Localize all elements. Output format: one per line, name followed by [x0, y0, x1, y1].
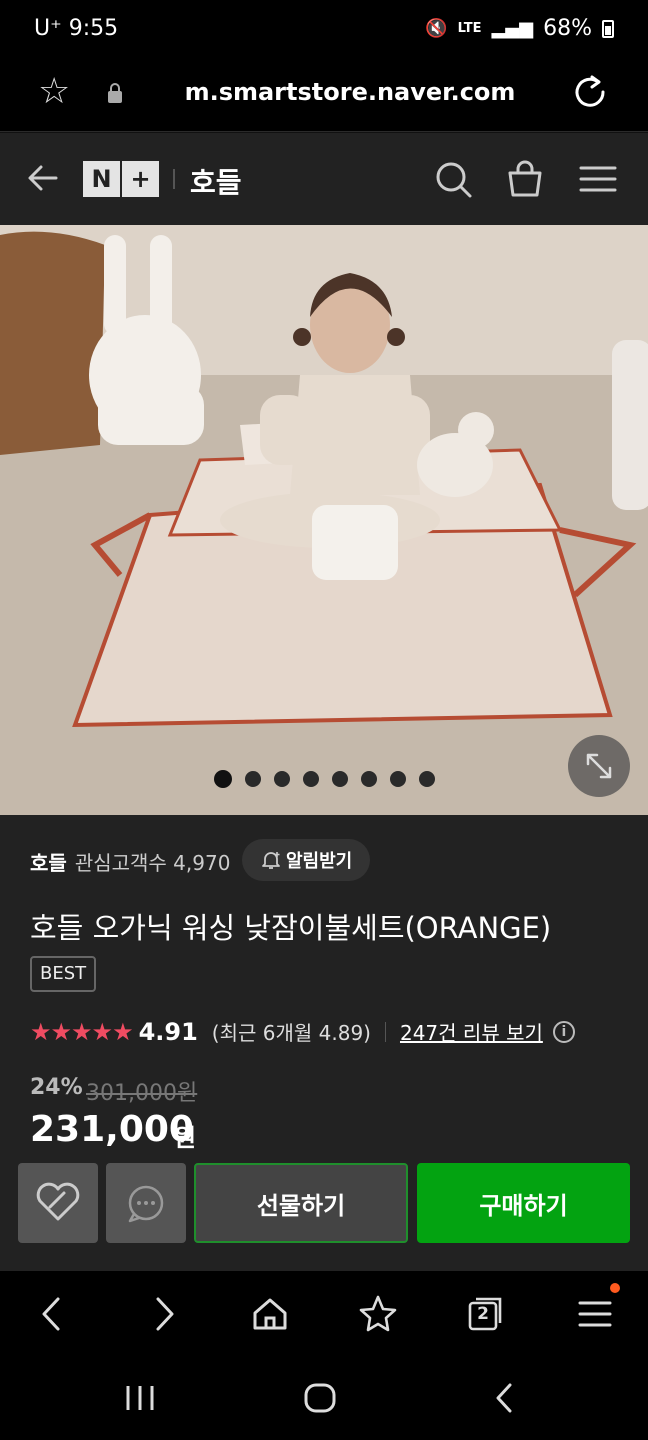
- gallery-dot[interactable]: [360, 771, 377, 787]
- gallery-dot[interactable]: [302, 771, 319, 787]
- browser-menu-icon[interactable]: [572, 1291, 618, 1337]
- reviews-link[interactable]: 247건 리뷰 보기: [400, 1017, 543, 1046]
- store-header: N + 호들: [0, 133, 648, 225]
- best-badge: BEST: [30, 956, 97, 992]
- gallery-pagination: [0, 770, 648, 788]
- naver-plus-logo[interactable]: N +: [83, 161, 159, 197]
- product-image-gallery[interactable]: [0, 225, 648, 815]
- search-icon[interactable]: [433, 159, 473, 199]
- gallery-dot[interactable]: [418, 771, 435, 787]
- notification-dot: [610, 1283, 620, 1293]
- follower-count: 관심고객수 4,970: [74, 851, 231, 875]
- signal-icon: ▂▄▆: [491, 18, 534, 39]
- browser-back-icon[interactable]: [30, 1291, 76, 1337]
- browser-toolbar: 2: [0, 1270, 648, 1356]
- battery-icon: [602, 19, 614, 38]
- currency-unit: 원: [174, 1124, 197, 1152]
- discount-rate: 24%: [30, 1075, 83, 1100]
- buy-button[interactable]: 구매하기: [417, 1163, 630, 1243]
- recent-rating: (최근 6개월 4.89): [211, 1021, 371, 1045]
- browser-url-bar: ☆ m.smartstore.naver.com: [0, 60, 648, 132]
- purchase-actions: 선물하기 구매하기: [18, 1163, 630, 1243]
- gallery-dot[interactable]: [273, 771, 290, 787]
- rating-row: ★★★★★ 4.91 (최근 6개월 4.89) 247건 리뷰 보기 i: [30, 1017, 575, 1046]
- shopping-bag-icon[interactable]: [505, 159, 545, 199]
- network-label: LTE: [457, 21, 482, 36]
- sale-price: 231,000: [30, 1109, 194, 1150]
- tab-count: 2: [477, 1304, 489, 1324]
- store-name[interactable]: 호들: [190, 161, 242, 201]
- system-navigation-bar: [0, 1356, 648, 1440]
- bell-plus-icon: [262, 852, 280, 869]
- product-title: 호들 오가닉 워싱 낮잠이불세트(ORANGE): [30, 911, 552, 945]
- gallery-dot[interactable]: [213, 770, 232, 788]
- expand-icon[interactable]: [568, 735, 630, 797]
- status-bar: U⁺ 9:55 🔇 LTE ▂▄▆ 68%: [0, 0, 648, 60]
- home-icon[interactable]: [247, 1291, 293, 1337]
- talk-button[interactable]: [106, 1163, 186, 1243]
- url-text[interactable]: m.smartstore.naver.com: [150, 78, 550, 106]
- mute-icon: 🔇: [425, 18, 448, 39]
- product-photo: [0, 225, 648, 815]
- recent-apps-icon[interactable]: [122, 1382, 158, 1414]
- tabs-button[interactable]: 2: [462, 1291, 508, 1337]
- store-link[interactable]: 호들: [30, 847, 67, 876]
- original-price: 301,000원: [86, 1081, 198, 1106]
- rating-score: 4.91: [138, 1017, 198, 1046]
- chat-bubble-icon: [128, 1185, 164, 1223]
- menu-icon[interactable]: [578, 159, 618, 199]
- gallery-dot[interactable]: [244, 771, 261, 787]
- home-button-icon[interactable]: [302, 1382, 338, 1414]
- system-back-icon[interactable]: [488, 1382, 524, 1414]
- bookmarks-star-icon[interactable]: [355, 1291, 401, 1337]
- product-info-panel: 호들 관심고객수 4,970 알림받기 호들 오가닉 워싱 낮잠이불세트(ORA…: [0, 815, 648, 1270]
- alarm-label: 알림받기: [286, 851, 353, 872]
- status-time: U⁺ 9:55: [34, 16, 119, 41]
- info-icon[interactable]: i: [552, 1020, 575, 1043]
- star-rating-icon: ★★★★★: [30, 1017, 134, 1046]
- back-arrow-icon[interactable]: [26, 161, 60, 195]
- gallery-dot[interactable]: [331, 771, 348, 787]
- browser-forward-icon[interactable]: [140, 1291, 186, 1337]
- alarm-button[interactable]: 알림받기: [242, 839, 371, 881]
- gift-button[interactable]: 선물하기: [194, 1163, 408, 1243]
- reload-icon[interactable]: [572, 74, 608, 110]
- gallery-dot[interactable]: [389, 771, 406, 787]
- bookmark-star-icon[interactable]: ☆: [38, 72, 70, 112]
- wishlist-button[interactable]: [18, 1163, 98, 1243]
- battery-percent: 68%: [543, 16, 592, 41]
- heart-icon: [36, 1182, 80, 1221]
- lock-icon: [108, 83, 122, 103]
